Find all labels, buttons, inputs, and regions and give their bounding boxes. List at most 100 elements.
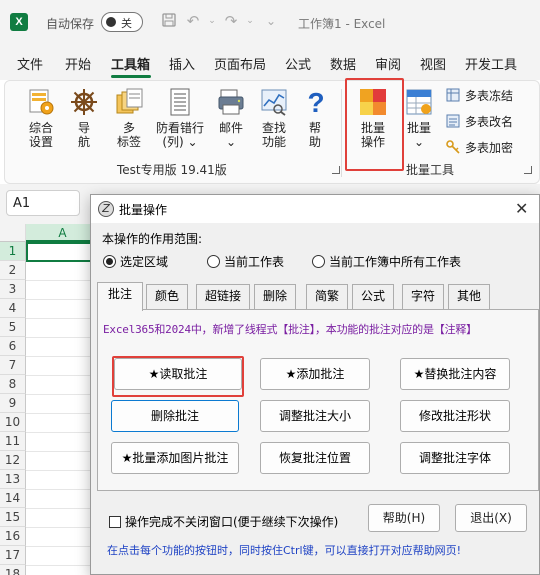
dialog-launcher-icon[interactable] xyxy=(332,166,340,174)
radio-current-sheet[interactable]: 当前工作表 xyxy=(207,253,284,270)
save-icon[interactable] xyxy=(160,12,178,30)
group-label-batch-tools: 批量工具 xyxy=(406,163,455,177)
toggle-knob xyxy=(106,17,116,27)
tab-data[interactable]: 数据 xyxy=(330,54,356,73)
navigation-button[interactable]: 导 航 xyxy=(69,87,99,149)
row-header[interactable]: 5 xyxy=(0,318,26,337)
row-header[interactable]: 15 xyxy=(0,508,26,527)
tab-delete[interactable]: 删除 xyxy=(254,284,296,309)
tab-comments[interactable]: 批注 xyxy=(97,282,143,311)
tab-insert[interactable]: 插入 xyxy=(169,54,195,73)
name-box[interactable]: A1 xyxy=(6,190,80,216)
tab-color[interactable]: 颜色 xyxy=(146,284,188,309)
radio-dot-icon xyxy=(207,255,220,268)
tab-page-layout[interactable]: 页面布局 xyxy=(214,54,266,73)
column-header[interactable]: A xyxy=(26,224,100,242)
exit-dialog-button[interactable]: 退出(X) xyxy=(455,504,527,532)
ribbon-label: 综合 xyxy=(28,121,53,135)
row-header[interactable]: 18 xyxy=(0,565,26,575)
delete-comments-button[interactable]: 删除批注 xyxy=(111,400,239,432)
row-header[interactable]: 12 xyxy=(0,451,26,470)
tab-home[interactable]: 开始 xyxy=(65,54,91,73)
ribbon-label: 标签 xyxy=(116,135,141,149)
autosave-toggle[interactable]: 关 xyxy=(101,12,143,32)
restore-comment-position-button[interactable]: 恢复批注位置 xyxy=(260,442,370,474)
dialog-launcher-icon[interactable] xyxy=(524,166,532,174)
add-comments-button[interactable]: ★添加批注 xyxy=(260,358,370,390)
chart-find-icon xyxy=(261,89,287,116)
radio-all-sheets[interactable]: 当前工作簿中所有工作表 xyxy=(312,253,461,270)
row-header[interactable]: 9 xyxy=(0,394,26,413)
replace-comment-content-button[interactable]: ★替换批注内容 xyxy=(400,358,510,390)
row-header[interactable]: 1 xyxy=(0,242,26,261)
tab-review[interactable]: 审阅 xyxy=(375,54,401,73)
active-cell-a1[interactable] xyxy=(26,242,100,262)
title-bar: X 自动保存 关 ↶ ⌄ ↷ ⌄ ⌄ 工作簿1 - Excel xyxy=(0,0,540,44)
help-button[interactable]: ? 帮 助 xyxy=(301,87,329,149)
tab-view[interactable]: 视图 xyxy=(420,54,446,73)
batch-operation-dialog: Z 批量操作 ✕ 本操作的作用范围: 选定区域 当前工作表 当前工作簿中所有工作… xyxy=(90,194,540,575)
redo-dropdown-icon[interactable]: ⌄ xyxy=(241,12,259,30)
help-dialog-button[interactable]: 帮助(H) xyxy=(368,504,440,532)
resize-comments-button[interactable]: 调整批注大小 xyxy=(260,400,370,432)
row-header[interactable]: 6 xyxy=(0,337,26,356)
row-header[interactable]: 4 xyxy=(0,299,26,318)
row-header[interactable]: 17 xyxy=(0,546,26,565)
tab-toolbox[interactable]: 工具箱 xyxy=(111,54,150,73)
comprehensive-settings-button[interactable]: 综合 设置 xyxy=(23,87,59,149)
tab-characters[interactable]: 字符 xyxy=(402,284,444,309)
dialog-title: 批量操作 xyxy=(119,203,168,217)
document-title: 工作簿1 - Excel xyxy=(298,17,386,31)
row-header[interactable]: 3 xyxy=(0,280,26,299)
tab-developer[interactable]: 开发工具 xyxy=(465,54,517,73)
close-icon[interactable]: ✕ xyxy=(515,199,528,218)
autosave-label: 自动保存 xyxy=(46,17,95,31)
row-header[interactable]: 8 xyxy=(0,375,26,394)
redo-icon[interactable]: ↷ xyxy=(222,12,240,30)
stacked-sheets-icon xyxy=(116,88,143,114)
row-header[interactable]: 7 xyxy=(0,356,26,375)
row-highlight-button[interactable]: 防看错行 (列) ⌄ xyxy=(152,87,208,149)
adjust-comment-font-button[interactable]: 调整批注字体 xyxy=(400,442,510,474)
row-header[interactable]: 10 xyxy=(0,413,26,432)
find-function-button[interactable]: 查找 功能 xyxy=(256,87,292,149)
ribbon-label: 批量 xyxy=(406,121,431,135)
row-header[interactable]: 2 xyxy=(0,261,26,280)
multi-sheet-encrypt-button[interactable]: 多表加密 xyxy=(446,139,513,156)
keep-open-checkbox[interactable]: 操作完成不关闭窗口(便于继续下次操作) xyxy=(109,513,338,530)
ship-wheel-icon xyxy=(71,89,97,115)
tab-simplified-traditional[interactable]: 简繁 xyxy=(306,284,348,309)
tab-other[interactable]: 其他 xyxy=(448,284,490,309)
multi-sheet-rename-button[interactable]: 多表改名 xyxy=(446,113,513,130)
multi-tab-button[interactable]: 多 标签 xyxy=(111,87,147,149)
customize-qat-icon[interactable]: ⌄ xyxy=(262,12,280,30)
change-comment-shape-button[interactable]: 修改批注形状 xyxy=(400,400,510,432)
group-label-version: Test专用版 19.41版 xyxy=(117,163,227,177)
tab-file[interactable]: 文件 xyxy=(17,54,43,73)
tab-hyperlink[interactable]: 超链接 xyxy=(196,284,250,309)
ribbon-panel: 综合 设置 导 航 多 标签 防看错行 (列) ⌄ 邮件 ⌄ 查找 功能 ? 帮… xyxy=(4,78,540,184)
row-header[interactable]: 11 xyxy=(0,432,26,451)
tab-formulas[interactable]: 公式 xyxy=(285,54,311,73)
ribbon-label: ⌄ xyxy=(225,135,237,149)
batch-dropdown-button[interactable]: 批量 ⌄ xyxy=(403,87,435,149)
excel-logo-icon: X xyxy=(10,13,28,31)
row-header[interactable]: 13 xyxy=(0,470,26,489)
ribbon-label: 导 xyxy=(77,121,90,135)
version-notice: Excel365和2024中，新增了线程式【批注】，本功能的批注对应的是【注释】 xyxy=(103,323,477,336)
ribbon-label: (列) ⌄ xyxy=(162,135,198,149)
select-all-corner[interactable] xyxy=(0,224,26,242)
row-header[interactable]: 16 xyxy=(0,527,26,546)
tab-formula[interactable]: 公式 xyxy=(352,284,394,309)
mail-button[interactable]: 邮件 ⌄ xyxy=(213,87,249,149)
multi-sheet-freeze-button[interactable]: 多表冻结 xyxy=(446,87,513,104)
undo-icon[interactable]: ↶ xyxy=(184,12,202,30)
dialog-title-bar[interactable]: Z 批量操作 ✕ xyxy=(91,195,539,223)
ribbon-label: 多 xyxy=(122,121,135,135)
app-logo-icon: Z xyxy=(98,201,114,217)
undo-dropdown-icon[interactable]: ⌄ xyxy=(203,12,221,30)
radio-selected-range[interactable]: 选定区域 xyxy=(103,253,168,270)
row-header[interactable]: 14 xyxy=(0,489,26,508)
question-icon: ? xyxy=(307,87,324,117)
batch-add-image-comments-button[interactable]: ★批量添加图片批注 xyxy=(111,442,239,474)
